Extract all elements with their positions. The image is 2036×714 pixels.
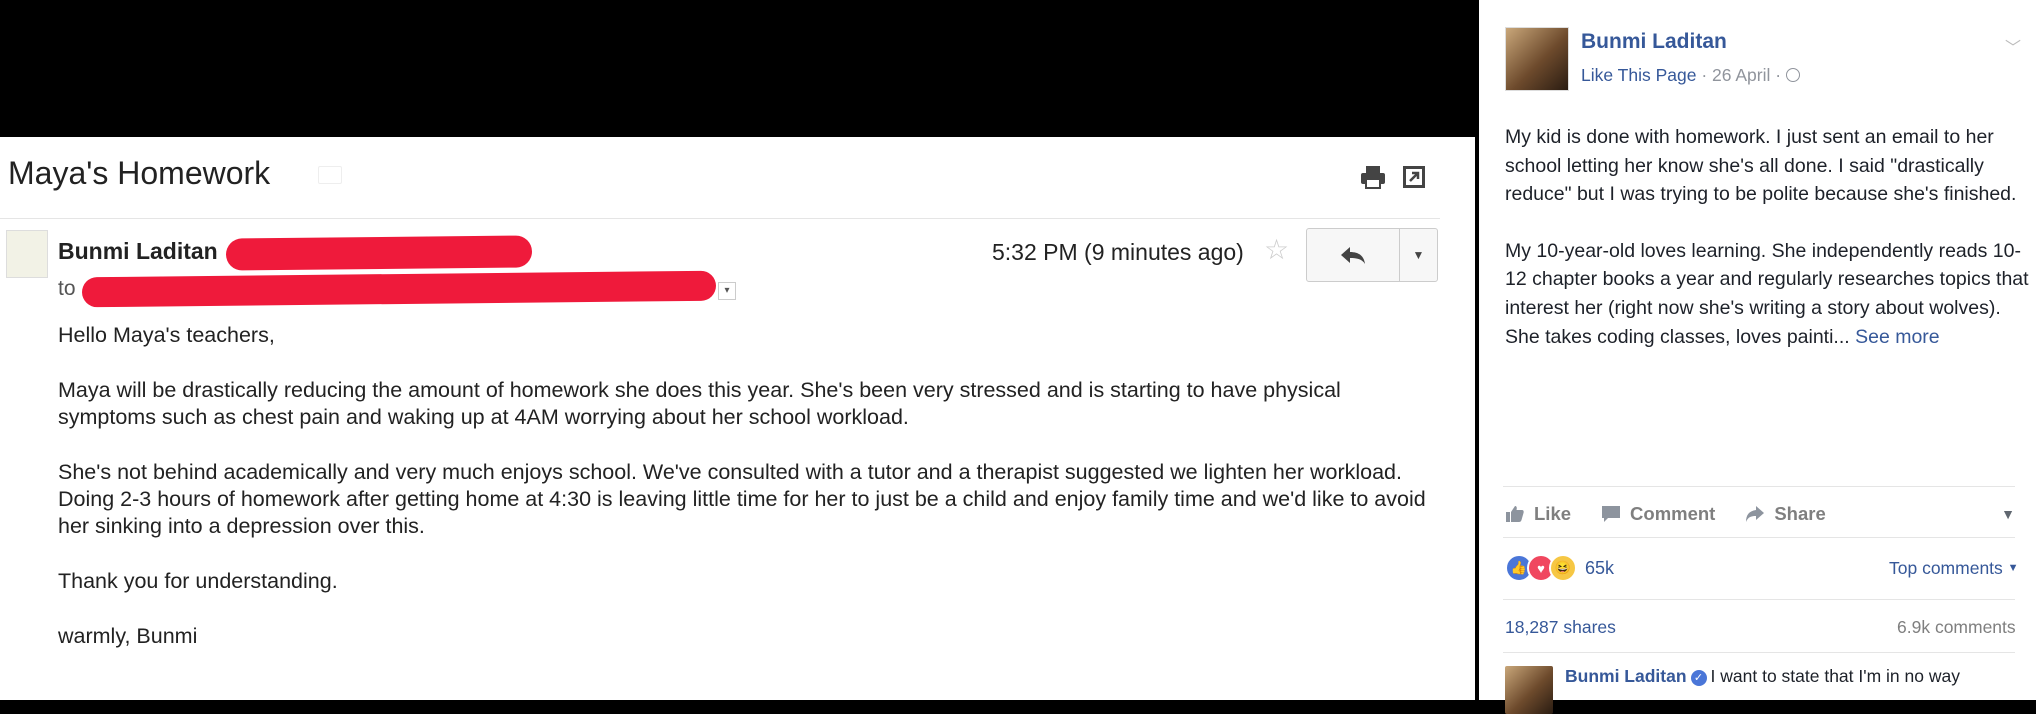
like-label: Like	[1534, 503, 1572, 524]
email-screenshot: Maya's Homework Bunmi Laditan to ▾ 5:32 …	[0, 0, 1475, 700]
post-paragraph: My 10-year-old loves learning. She indep…	[1505, 239, 2029, 348]
recipient-details-dropdown-icon[interactable]: ▾	[718, 282, 736, 300]
email-body: Hello Maya's teachers, Maya will be dras…	[58, 322, 1438, 678]
author-avatar[interactable]	[1505, 27, 1569, 91]
share-arrow-icon	[1745, 505, 1765, 523]
divider	[1503, 652, 2015, 653]
comment: Bunmi Laditan ✓ I want to state that I'm i…	[1565, 666, 2020, 687]
comment-label: Comment	[1630, 503, 1716, 524]
meta-separator: ·	[1770, 65, 1786, 85]
new-window-icon[interactable]	[1401, 164, 1427, 190]
email-paragraph: Thank you for understanding.	[58, 569, 338, 593]
email-signoff: warmly, Bunmi	[58, 624, 198, 648]
top-comments-label: Top comments	[1889, 558, 2003, 578]
globe-icon	[1785, 68, 1800, 82]
commenter-name[interactable]: Bunmi Laditan	[1565, 666, 1687, 686]
email-paragraph: She's not behind academically and very m…	[58, 460, 1426, 538]
reaction-count: 65k	[1585, 557, 1615, 578]
divider	[1503, 486, 2015, 487]
divider	[1503, 599, 2015, 600]
star-icon[interactable]: ☆	[1264, 236, 1289, 264]
see-more-link[interactable]: See more	[1855, 326, 1940, 348]
comment-button[interactable]: Comment	[1601, 503, 1715, 525]
comments-count[interactable]: 6.9k comments	[1897, 617, 2016, 638]
post-paragraph: My kid is done with homework. I just sen…	[1505, 126, 2017, 206]
divider	[1503, 537, 2015, 538]
chevron-down-icon: ▼	[2007, 562, 2019, 574]
thumbs-up-icon	[1505, 505, 1525, 523]
commenter-avatar[interactable]	[1505, 666, 1553, 714]
share-label: Share	[1774, 503, 1826, 524]
redaction-mark	[225, 235, 533, 271]
share-button[interactable]: Share	[1745, 503, 1826, 525]
recipient-label: to	[58, 277, 76, 300]
label-icon[interactable]	[318, 166, 342, 184]
print-icon[interactable]	[1358, 164, 1388, 190]
reply-button-group: ▼	[1306, 228, 1438, 282]
email-greeting: Hello Maya's teachers,	[58, 323, 275, 347]
author-name[interactable]: Bunmi Laditan	[1581, 30, 1727, 54]
verified-badge-icon: ✓	[1690, 670, 1707, 686]
haha-reaction-icon: 😆	[1549, 554, 1577, 582]
reply-button[interactable]	[1307, 229, 1400, 281]
like-page-link[interactable]: Like This Page	[1581, 65, 1696, 85]
facebook-post: Bunmi Laditan Like This Page · 26 April …	[1475, 0, 2036, 714]
post-options-chevron-icon[interactable]: ﹀	[2005, 34, 2021, 58]
post-actions-bar: Like Comment Share ▼	[1505, 498, 2015, 530]
post-date[interactable]: 26 April	[1712, 65, 1770, 85]
comment-icon	[1601, 505, 1621, 523]
email-subject: Maya's Homework	[8, 155, 271, 191]
meta-separator: ·	[1696, 65, 1713, 85]
shares-count[interactable]: 18,287 shares	[1505, 617, 1616, 638]
post-card: Bunmi Laditan Like This Page · 26 April …	[1479, 0, 2036, 714]
sender-name: Bunmi Laditan	[58, 238, 218, 264]
post-meta: Like This Page · 26 April ·	[1581, 65, 1800, 86]
email-paragraph: Maya will be drastically reducing the am…	[58, 378, 1341, 429]
email-timestamp: 5:32 PM (9 minutes ago)	[992, 239, 1244, 265]
reactions-summary[interactable]: 👍 ♥ 😆 65k	[1505, 554, 1614, 582]
post-text: My kid is done with homework. I just sen…	[1505, 123, 2030, 351]
divider	[0, 218, 1440, 219]
more-actions-button[interactable]: ▼	[1400, 229, 1437, 281]
like-button[interactable]: Like	[1505, 503, 1571, 525]
reply-icon	[1341, 247, 1365, 264]
top-comments-dropdown[interactable]: Top comments ▼	[1889, 558, 2019, 579]
reaction-options-chevron-icon[interactable]: ▼	[2001, 506, 2015, 522]
sender-avatar	[6, 230, 48, 278]
comment-text: I want to state that I'm in no way	[1710, 666, 1960, 686]
